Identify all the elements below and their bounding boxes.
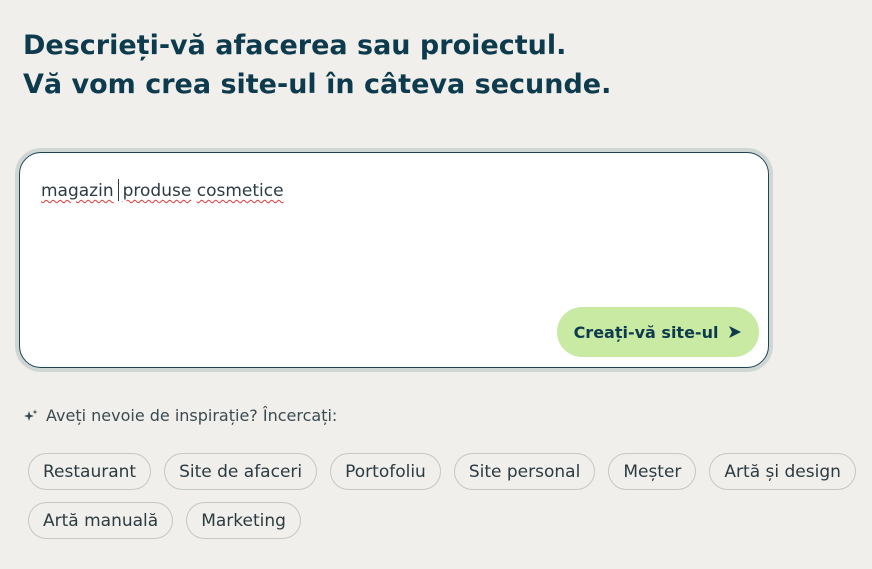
headline-line-2: Vă vom crea site-ul în câteva secunde. [23, 69, 612, 100]
inspiration-prompt: Aveți nevoie de inspirație? Încercați: [24, 406, 337, 425]
business-description-textarea[interactable]: magazin produse cosmetice Creați-vă site-… [19, 152, 769, 368]
chip-marketing[interactable]: Marketing [186, 502, 301, 539]
create-site-button[interactable]: Creați-vă site-ul [557, 307, 759, 357]
sparkle-icon [24, 409, 38, 423]
page-headline: Descrieți-vă afacerea sau proiectul. Vă … [23, 26, 611, 104]
chip-handmade-art[interactable]: Artă manuală [28, 502, 174, 539]
headline-line-1: Descrieți-vă afacerea sau proiectul. [23, 30, 567, 61]
chip-portfolio[interactable]: Portofoliu [330, 453, 441, 490]
chip-personal-site[interactable]: Site personal [453, 453, 596, 490]
chip-business-site[interactable]: Site de afaceri [164, 453, 318, 490]
chip-restaurant[interactable]: Restaurant [28, 453, 152, 490]
chip-craftsman[interactable]: Meșter [608, 453, 697, 490]
chip-art-design[interactable]: Artă și design [709, 453, 856, 490]
textarea-value[interactable]: magazin produse cosmetice [41, 179, 284, 201]
create-site-button-label: Creați-vă site-ul [573, 322, 719, 342]
inspiration-text: Aveți nevoie de inspirație? Încercați: [46, 406, 338, 425]
send-arrow-icon [728, 325, 742, 339]
typed-word: produse [122, 181, 192, 201]
typed-word: cosmetice [196, 181, 284, 201]
suggestion-chips: Restaurant Site de afaceri Portofoliu Si… [28, 453, 868, 539]
typed-word: magazin [41, 181, 114, 201]
text-caret [117, 179, 119, 201]
